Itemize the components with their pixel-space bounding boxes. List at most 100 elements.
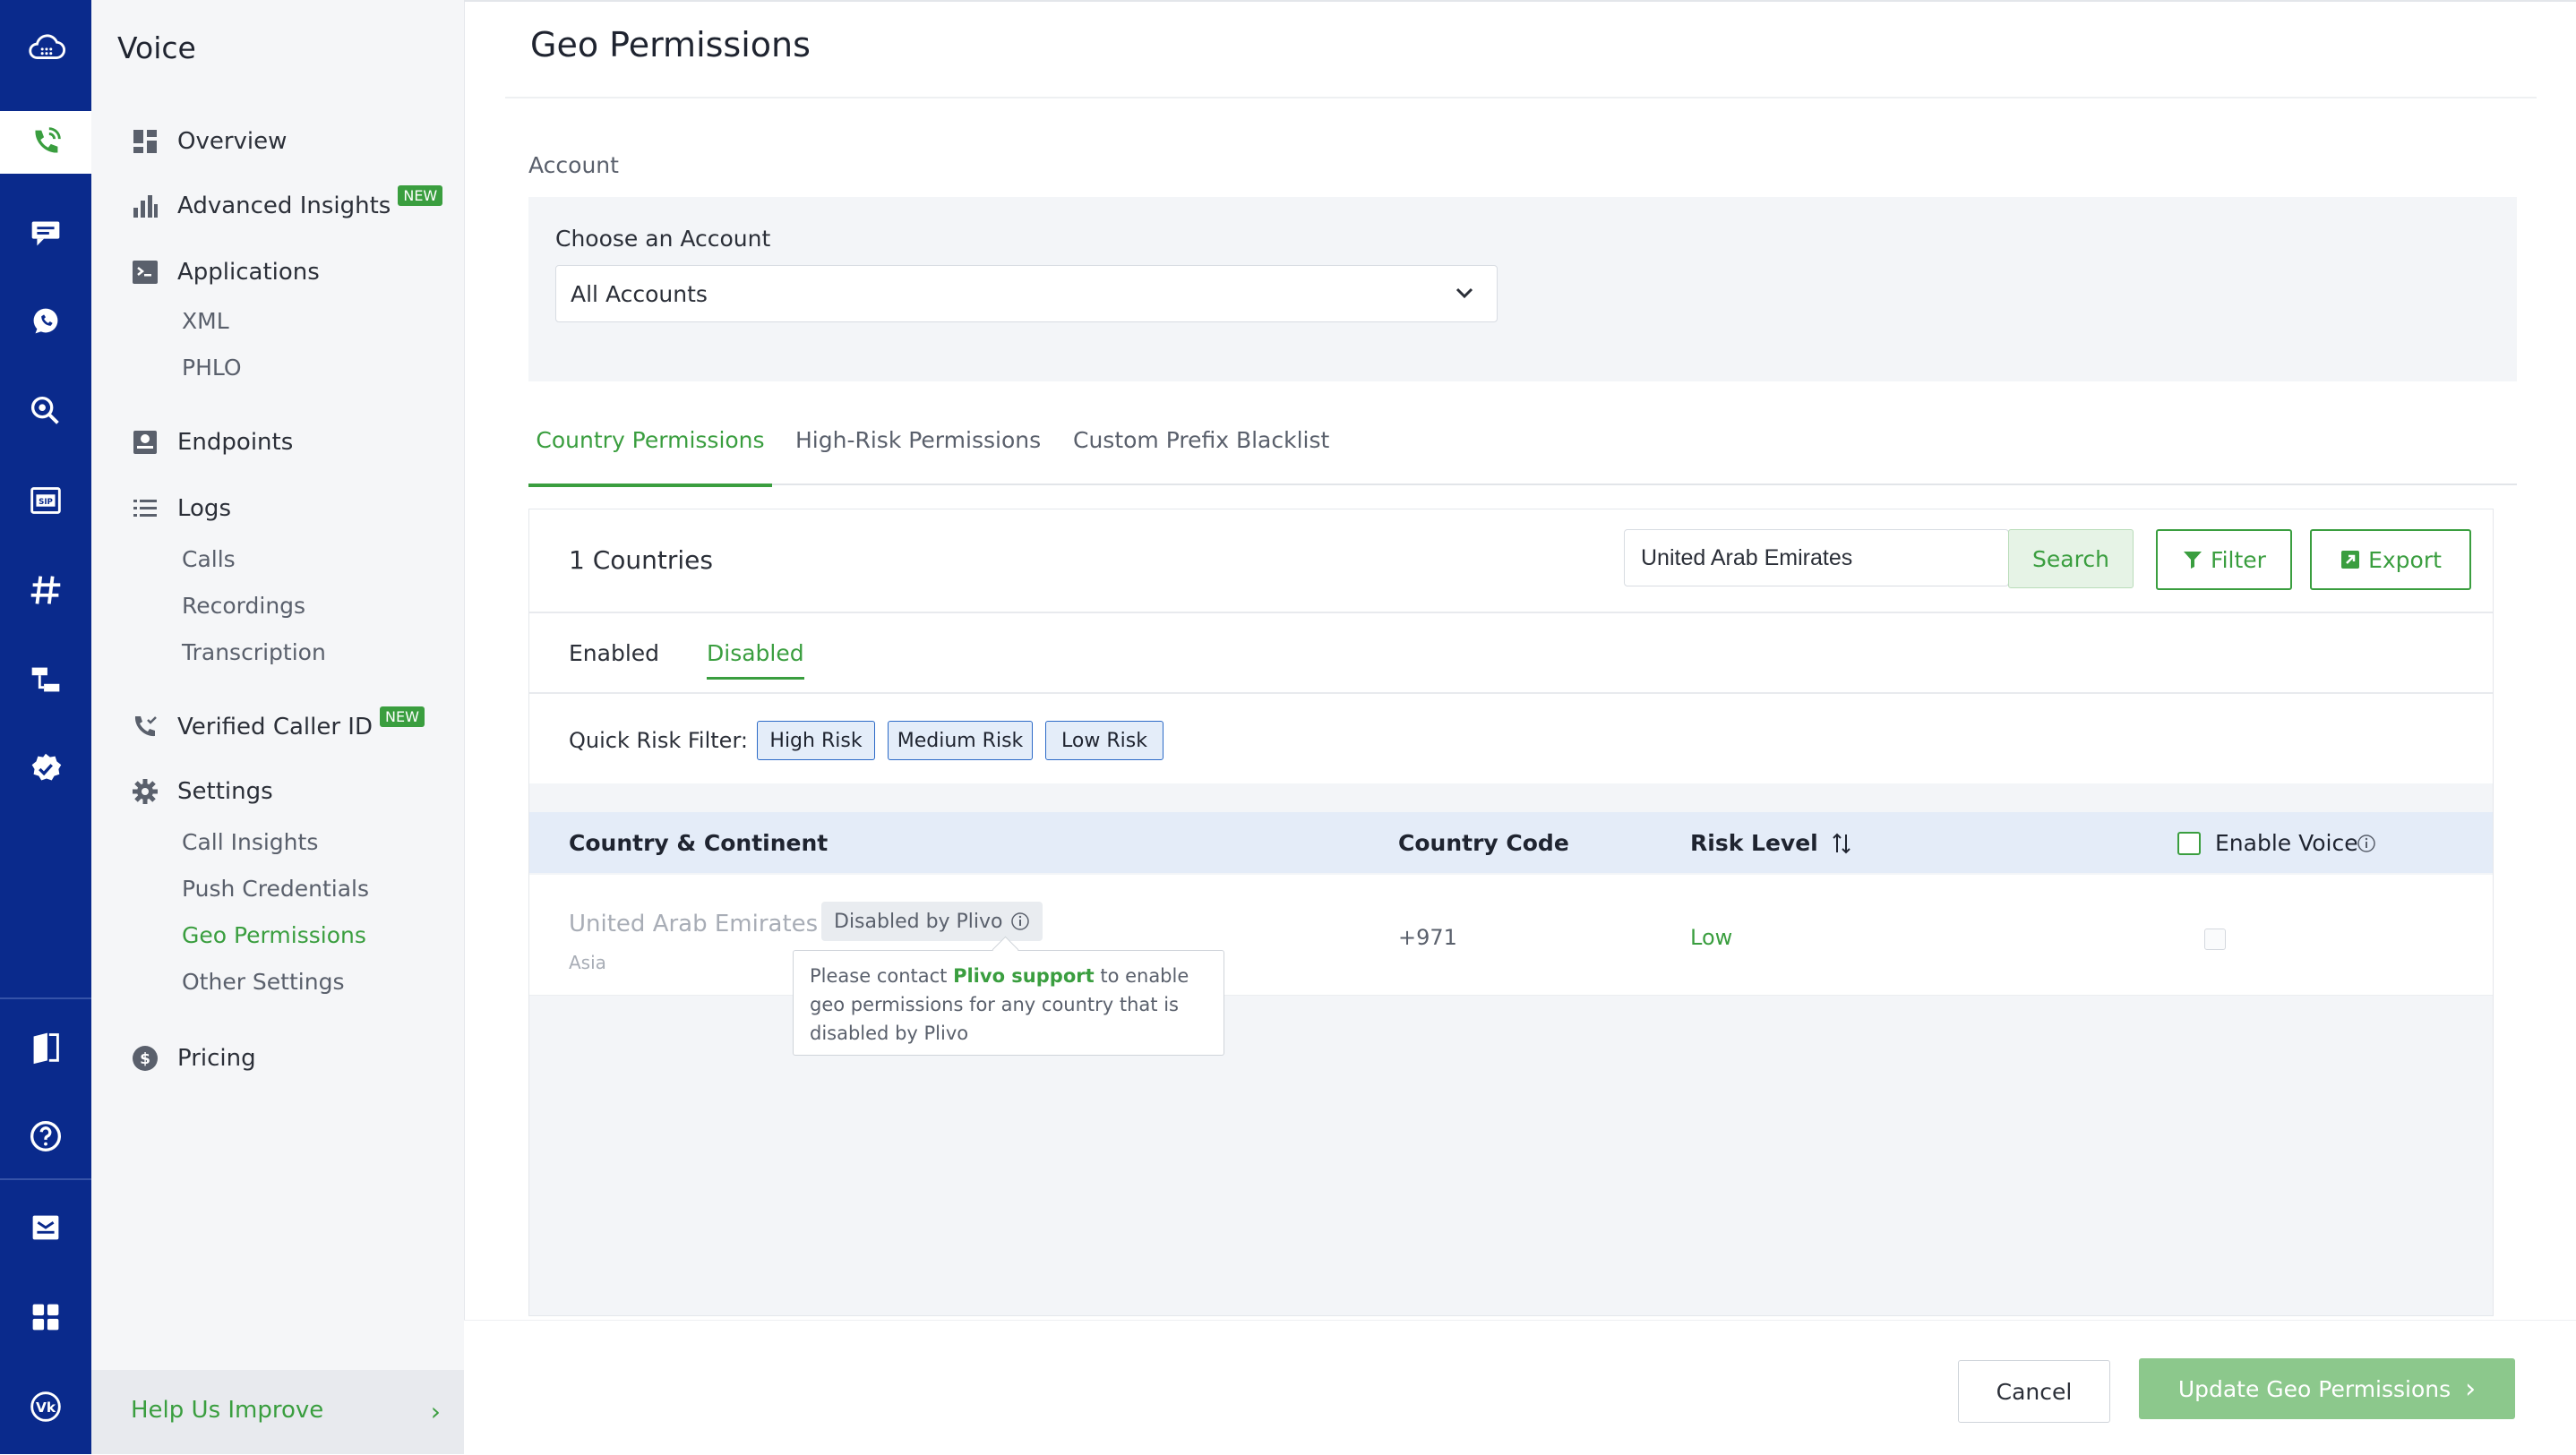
nav-sub-calls[interactable]: Calls xyxy=(182,546,236,572)
section-nav: Voice Overview Advanced Insights NEW App… xyxy=(91,0,465,1454)
update-label: Update Geo Permissions xyxy=(2177,1375,2451,1402)
continent: Asia xyxy=(569,952,606,973)
disabled-by-plivo-badge[interactable]: Disabled by Plivo xyxy=(821,902,1043,941)
nav-item-label: Applications xyxy=(177,259,320,286)
chevron-right-icon: › xyxy=(2465,1373,2477,1405)
col-risk-level[interactable]: Risk Level xyxy=(1690,830,1818,856)
messaging-icon[interactable] xyxy=(0,201,91,263)
flow-icon[interactable] xyxy=(0,648,91,711)
table-header: Country & Continent Country Code Risk Le… xyxy=(529,812,2493,873)
main-content: Geo Permissions Account Choose an Accoun… xyxy=(464,0,2576,1455)
col-enable-voice: Enable Voice xyxy=(2215,830,2358,856)
update-geo-permissions-button[interactable]: Update Geo Permissions › xyxy=(2139,1358,2515,1419)
search-field[interactable] xyxy=(1624,529,2009,586)
new-badge: NEW xyxy=(398,184,443,206)
nav-item-overview[interactable]: Overview xyxy=(131,127,287,156)
tab-custom-prefix-blacklist[interactable]: Custom Prefix Blacklist xyxy=(1073,421,1329,484)
cancel-button[interactable]: Cancel xyxy=(1958,1360,2110,1423)
medium-risk-filter[interactable]: Medium Risk xyxy=(888,721,1033,760)
info-icon[interactable] xyxy=(2357,834,2376,853)
nav-item-label: Pricing xyxy=(177,1045,256,1072)
nav-sub-push-credentials[interactable]: Push Credentials xyxy=(182,876,369,902)
nav-item-label: Overview xyxy=(177,128,288,155)
nav-sub-transcription[interactable]: Transcription xyxy=(182,639,326,665)
col-country-code: Country Code xyxy=(1398,830,1569,856)
nav-sub-recordings[interactable]: Recordings xyxy=(182,593,305,619)
cloud-icon[interactable] xyxy=(0,16,91,79)
filter-button[interactable]: Filter xyxy=(2156,529,2292,590)
tab-country-permissions[interactable]: Country Permissions xyxy=(528,421,772,487)
nav-item-settings[interactable]: Settings xyxy=(131,777,273,806)
search-button[interactable]: Search xyxy=(2008,529,2134,588)
enable-voice-checkbox xyxy=(2204,929,2226,950)
gear-icon xyxy=(131,777,159,806)
docs-icon[interactable] xyxy=(0,1015,91,1078)
nav-item-logs[interactable]: Logs xyxy=(131,494,231,523)
nav-item-label: Verified Caller ID xyxy=(177,714,373,740)
list-icon xyxy=(131,494,159,523)
apps-icon[interactable] xyxy=(0,1286,91,1348)
help-label: Help Us Improve xyxy=(131,1397,324,1424)
tab-high-risk-permissions[interactable]: High-Risk Permissions xyxy=(795,421,1041,484)
tab-disabled[interactable]: Disabled xyxy=(707,640,804,680)
status-tabs: Enabled Disabled xyxy=(529,613,2493,694)
search-input[interactable] xyxy=(1639,544,1983,572)
chevron-right-icon: › xyxy=(430,1397,441,1426)
dollar-icon: $ xyxy=(131,1044,159,1073)
nav-item-label: Logs xyxy=(177,495,231,522)
filter-label: Filter xyxy=(2211,546,2266,573)
countries-panel: 1 Countries Search Filter Export Enabled… xyxy=(528,509,2494,1316)
sip-icon[interactable]: SIP xyxy=(0,469,91,532)
nav-title: Voice xyxy=(117,30,196,65)
phone-check-icon xyxy=(131,713,159,741)
svg-text:Vk: Vk xyxy=(36,1399,56,1416)
terminal-icon xyxy=(131,258,159,287)
tooltip-text-pre: Please contact xyxy=(810,965,954,987)
nav-item-pricing[interactable]: $ Pricing xyxy=(131,1044,256,1073)
nav-sub-geo-permissions[interactable]: Geo Permissions xyxy=(182,922,366,948)
permission-tabs: Country Permissions High-Risk Permission… xyxy=(528,421,2517,487)
high-risk-filter[interactable]: High Risk xyxy=(757,721,875,760)
choose-account-label: Choose an Account xyxy=(555,226,771,252)
nav-sub-call-insights[interactable]: Call Insights xyxy=(182,829,318,855)
nav-item-advanced-insights[interactable]: Advanced Insights NEW xyxy=(131,184,443,220)
account-select-value: All Accounts xyxy=(571,281,708,307)
info-icon xyxy=(1010,912,1029,930)
account-section-label: Account xyxy=(528,152,619,178)
nav-item-applications[interactable]: Applications xyxy=(131,258,320,287)
numbers-icon[interactable] xyxy=(0,559,91,621)
verified-icon[interactable] xyxy=(0,738,91,800)
plivo-support-link[interactable]: Plivo support xyxy=(953,965,1095,987)
account-select[interactable]: All Accounts xyxy=(555,265,1498,322)
quick-risk-filter: Quick Risk Filter: High Risk Medium Risk… xyxy=(529,694,2493,783)
quick-risk-filter-label: Quick Risk Filter: xyxy=(569,728,748,753)
badge-label: Disabled by Plivo xyxy=(834,910,1003,933)
app-rail: SIP Vk xyxy=(0,0,91,1454)
new-badge: NEW xyxy=(380,706,425,727)
avatar-icon[interactable]: Vk xyxy=(0,1375,91,1438)
account-box: Choose an Account All Accounts xyxy=(528,197,2517,381)
inbox-icon[interactable] xyxy=(0,1196,91,1259)
nav-item-label: Advanced Insights xyxy=(177,193,391,219)
low-risk-filter[interactable]: Low Risk xyxy=(1045,721,1163,760)
lookup-icon[interactable] xyxy=(0,380,91,442)
nav-item-endpoints[interactable]: Endpoints xyxy=(131,428,293,457)
bar-chart-icon xyxy=(131,192,159,220)
col-country-continent: Country & Continent xyxy=(569,830,829,856)
nav-sub-other-settings[interactable]: Other Settings xyxy=(182,969,344,995)
help-us-improve[interactable]: Help Us Improve › xyxy=(91,1370,464,1454)
svg-text:SIP: SIP xyxy=(39,498,53,507)
nav-sub-xml[interactable]: XML xyxy=(182,308,229,334)
help-icon[interactable] xyxy=(0,1105,91,1168)
sort-icon[interactable] xyxy=(1830,832,1853,855)
nav-item-label: Settings xyxy=(177,778,273,805)
country-name: United Arab Emirates xyxy=(569,911,819,937)
tab-enabled[interactable]: Enabled xyxy=(569,640,659,666)
enable-voice-all-checkbox[interactable] xyxy=(2177,832,2201,855)
export-icon xyxy=(2341,551,2360,569)
export-button[interactable]: Export xyxy=(2310,529,2471,590)
nav-sub-phlo[interactable]: PHLO xyxy=(182,355,242,381)
whatsapp-icon[interactable] xyxy=(0,290,91,353)
voice-icon[interactable] xyxy=(0,111,91,174)
nav-item-verified-caller-id[interactable]: Verified Caller ID NEW xyxy=(131,706,425,741)
